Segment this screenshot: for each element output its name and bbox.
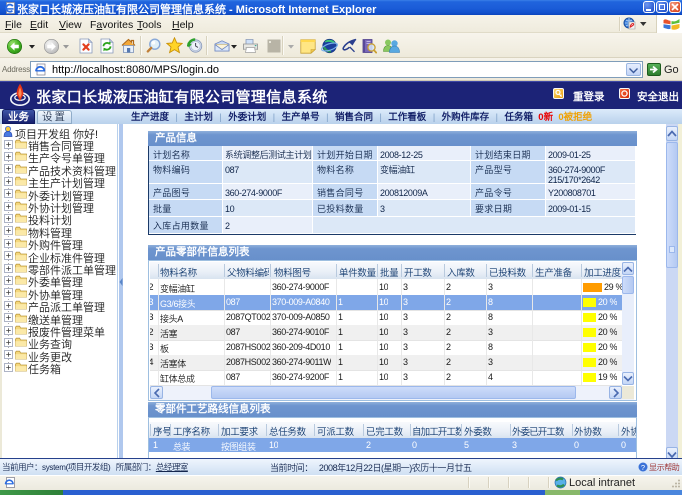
svg-text:?: ? (641, 463, 645, 472)
